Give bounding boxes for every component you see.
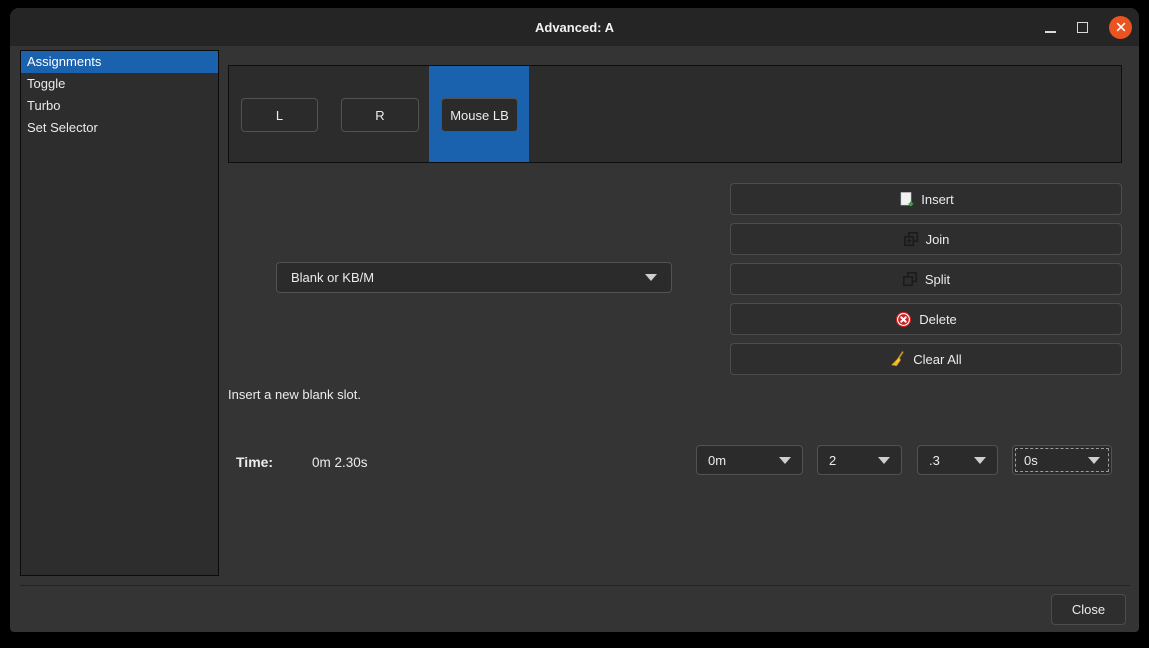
sidebar-item-turbo[interactable]: Turbo	[21, 95, 218, 117]
insert-button-label: Insert	[921, 192, 954, 207]
close-window-button[interactable]	[1109, 16, 1132, 39]
chevron-down-icon	[1088, 457, 1100, 464]
sidebar-list: Assignments Toggle Turbo Set Selector	[20, 50, 219, 576]
time-dropdown-tenths[interactable]: .3	[917, 445, 998, 475]
footer-separator	[20, 585, 1130, 586]
time-dropdown-seconds[interactable]: 2	[817, 445, 902, 475]
slot-action-buttons: Insert Join Split Delete	[730, 183, 1122, 383]
join-button-label: Join	[926, 232, 950, 247]
time-value: 0m 2.30s	[312, 455, 368, 470]
slot-strip: L R Mouse LB	[228, 65, 1122, 163]
time-dropdown-hundredths[interactable]: 0s	[1012, 445, 1112, 475]
split-button-label: Split	[925, 272, 950, 287]
delete-button[interactable]: Delete	[730, 303, 1122, 335]
close-icon	[1116, 22, 1126, 32]
minimize-icon	[1045, 31, 1056, 33]
slot-kind-dropdown[interactable]: Blank or KB/M	[276, 262, 672, 293]
clear-all-button[interactable]: Clear All	[730, 343, 1122, 375]
chevron-down-icon	[974, 457, 986, 464]
join-icon	[903, 231, 919, 247]
slot-button-r[interactable]: R	[341, 98, 419, 132]
close-dialog-button[interactable]: Close	[1051, 594, 1126, 625]
titlebar: Advanced: A	[10, 8, 1139, 46]
clear-all-button-label: Clear All	[913, 352, 961, 367]
minimize-button[interactable]	[1045, 22, 1056, 33]
sidebar-item-assignments[interactable]: Assignments	[21, 51, 218, 73]
window-controls	[1045, 8, 1132, 46]
sidebar-item-set-selector[interactable]: Set Selector	[21, 117, 218, 139]
time-dropdown-minutes[interactable]: 0m	[696, 445, 803, 475]
chevron-down-icon	[645, 274, 657, 281]
split-icon	[902, 271, 918, 287]
sidebar-item-toggle[interactable]: Toggle	[21, 73, 218, 95]
insert-icon	[898, 191, 914, 207]
slot-kind-value: Blank or KB/M	[291, 270, 374, 285]
time-label: Time:	[236, 454, 273, 470]
chevron-down-icon	[779, 457, 791, 464]
insert-button[interactable]: Insert	[730, 183, 1122, 215]
time-tenths-value: .3	[929, 453, 940, 468]
advanced-dialog-window: Advanced: A Assignments Toggle Turbo Set…	[10, 8, 1139, 632]
window-title: Advanced: A	[535, 20, 614, 35]
time-hundredths-value: 0s	[1024, 453, 1038, 468]
chevron-down-icon	[878, 457, 890, 464]
clear-all-icon	[890, 351, 906, 367]
slot-hint-text: Insert a new blank slot.	[228, 387, 361, 402]
maximize-icon	[1077, 22, 1088, 33]
time-minutes-value: 0m	[708, 453, 726, 468]
delete-button-label: Delete	[919, 312, 957, 327]
split-button[interactable]: Split	[730, 263, 1122, 295]
slot-button-mouse-lb[interactable]: Mouse LB	[441, 98, 518, 132]
maximize-button[interactable]	[1077, 22, 1088, 33]
join-button[interactable]: Join	[730, 223, 1122, 255]
time-seconds-value: 2	[829, 453, 836, 468]
slot-button-l[interactable]: L	[241, 98, 318, 132]
delete-icon	[895, 311, 912, 328]
